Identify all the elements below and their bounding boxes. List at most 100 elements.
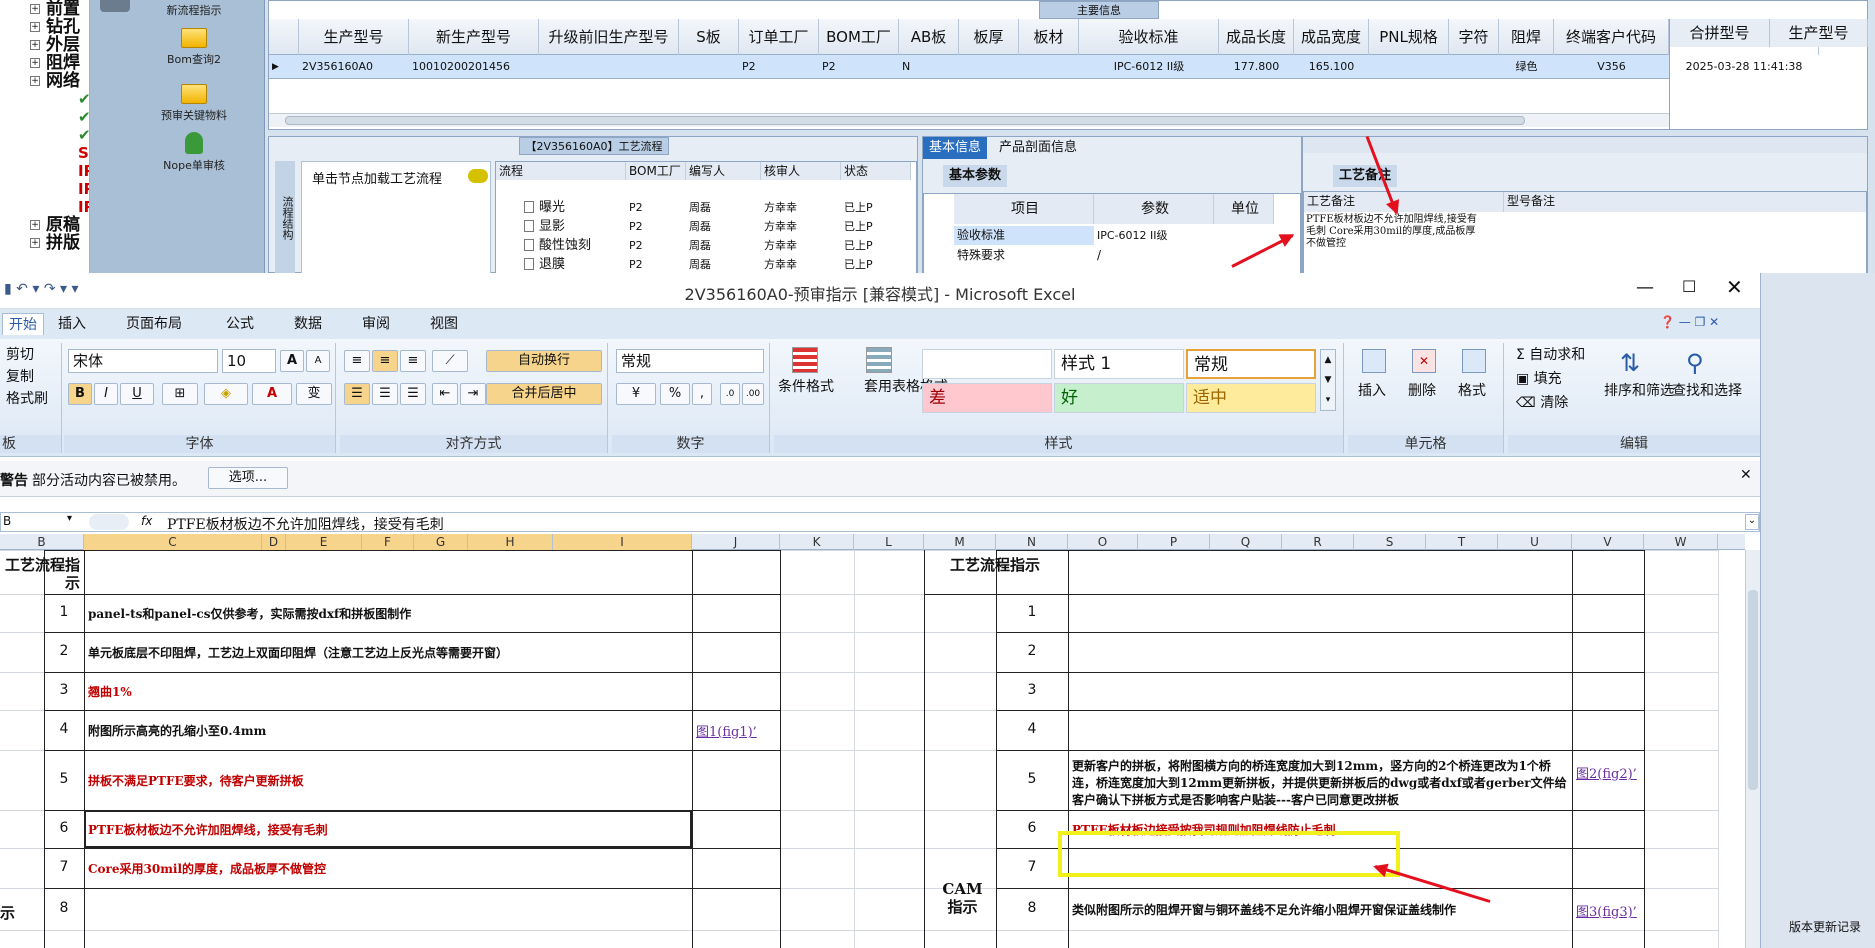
tree-node[interactable]: SET	[0, 144, 89, 162]
column-header[interactable]: 验收标准	[1079, 19, 1219, 55]
tab-5[interactable]: 审阅	[356, 313, 396, 335]
copy-button[interactable]: 复制	[6, 367, 34, 387]
style-good[interactable]: 好	[1054, 383, 1184, 413]
flow-cell[interactable]: 已上P	[841, 236, 911, 255]
name-box-dropdown-icon[interactable]: ▾	[67, 513, 72, 524]
param-item[interactable]: 特殊要求	[954, 246, 1094, 265]
cell-value[interactable]: 165.100	[1294, 55, 1369, 79]
scroll-thumb[interactable]	[285, 116, 1525, 125]
cell-value[interactable]: 10010200201456	[409, 55, 539, 79]
flow-cell[interactable]: P2	[626, 217, 686, 236]
new-flow-tool[interactable]: 新流程指示	[114, 2, 274, 18]
flow-cell[interactable]: 已上P	[841, 198, 911, 217]
comma-button[interactable]: ,	[692, 383, 712, 405]
flow-structure-tab[interactable]: 流程结构	[275, 161, 295, 274]
bom-query-tool[interactable]: Bom查询2	[114, 28, 274, 67]
flow-cell[interactable]: 方幸幸	[761, 236, 841, 255]
tree-node[interactable]: ✔	[0, 108, 89, 126]
figure-link[interactable]: 图1(fig1)’	[696, 721, 757, 740]
instruction-text[interactable]: panel-ts和panel-cs仅供参考，实际需按dxf和拼板图制作	[88, 605, 411, 622]
minimize-button[interactable]: —	[1636, 277, 1654, 298]
expand-icon[interactable]: +	[30, 220, 40, 230]
formula-bar-resize[interactable]	[89, 514, 129, 530]
flow-cell[interactable]: 已上P	[841, 217, 911, 236]
flow-cell[interactable]: 退膜	[536, 255, 626, 273]
cell-value[interactable]: V356	[1554, 55, 1669, 79]
flow-cell[interactable]: 方幸幸	[761, 198, 841, 217]
instruction-text[interactable]: 翘曲1%	[88, 683, 132, 700]
grow-font-button[interactable]: A	[280, 350, 304, 372]
column-header-D[interactable]: D	[262, 534, 286, 550]
column-header-T[interactable]: T	[1426, 534, 1498, 550]
number-format-select[interactable]: 常规	[616, 349, 764, 373]
flow-cell[interactable]: P2	[626, 198, 686, 217]
cell-value[interactable]	[1019, 55, 1079, 79]
tab-basic-params[interactable]: 基本参数	[943, 165, 1008, 187]
expand-icon[interactable]: +	[30, 238, 40, 248]
cell-value[interactable]	[959, 55, 1019, 79]
column-header-L[interactable]: L	[854, 534, 924, 550]
instruction-text[interactable]: 拼板不满足PTFE要求，待客户更新拼板	[88, 772, 304, 789]
tab-2[interactable]: 页面布局	[120, 313, 188, 335]
instruction-text[interactable]: 附图所示高亮的孔缩小至0.4mm	[88, 722, 266, 739]
column-header-H[interactable]: H	[468, 534, 553, 550]
column-header-P[interactable]: P	[1138, 534, 1210, 550]
column-header-W[interactable]: W	[1644, 534, 1718, 550]
column-header[interactable]: 新生产型号	[409, 19, 539, 55]
insert-button[interactable]: 插入	[1358, 381, 1386, 401]
column-header[interactable]: BOM工厂	[819, 19, 899, 55]
horizontal-scrollbar[interactable]	[269, 113, 1669, 127]
format-button[interactable]: 格式	[1458, 381, 1486, 401]
tree-node[interactable]: + 阻焊	[0, 54, 89, 72]
find-select-button[interactable]: 查找和选择	[1672, 381, 1742, 401]
flow-cell[interactable]: 显影	[536, 217, 626, 236]
formula-content[interactable]: PTFE板材板边不允许加阻焊线，接受有毛刺	[167, 514, 444, 534]
flow-cell[interactable]: 方幸幸	[761, 255, 841, 273]
tree-node[interactable]: IPC	[0, 162, 89, 180]
instruction-text[interactable]: Core采用30mil的厚度，成品板厚不做管控	[88, 860, 326, 877]
font-name-select[interactable]: 宋体	[68, 349, 218, 373]
column-header[interactable]: AB板	[899, 19, 959, 55]
column-header-O[interactable]: O	[1068, 534, 1138, 550]
param-item[interactable]: 验收标准	[954, 226, 1094, 245]
font-size-select[interactable]: 10	[222, 349, 276, 373]
fx-icon[interactable]: fx	[141, 514, 152, 528]
tab-0[interactable]: 开始	[2, 313, 44, 335]
instruction-text[interactable]: 更新客户的拼板，将附图横方向的桥连宽度加大到12mm，竖方向的2个桥连更改为1个…	[1072, 758, 1568, 809]
tab-basic-info[interactable]: 基本信息	[923, 137, 988, 159]
flow-cell[interactable]: 周磊	[686, 198, 761, 217]
flow-cell[interactable]: 已上P	[841, 255, 911, 273]
phonetic-button[interactable]: 变	[296, 383, 332, 405]
figure-link[interactable]: 图2(fig2)’	[1576, 766, 1642, 783]
column-header-V[interactable]: V	[1572, 534, 1644, 550]
align-top-button[interactable]: ≡	[344, 350, 370, 372]
column-header[interactable]: PNL规格	[1369, 19, 1449, 55]
column-header[interactable]: 升级前旧生产型号	[539, 19, 679, 55]
increase-decimal-button[interactable]: .0	[720, 383, 740, 405]
column-header[interactable]: 成品长度	[1219, 19, 1294, 55]
tree-node[interactable]: IPC	[0, 198, 89, 216]
tab-6[interactable]: 视图	[424, 313, 464, 335]
border-button[interactable]: ⊞	[162, 383, 198, 405]
align-middle-button[interactable]: ≡	[372, 350, 398, 372]
column-header-J[interactable]: J	[692, 534, 780, 550]
tree-node[interactable]: ✔	[0, 90, 89, 108]
nope-review-tool[interactable]: Nope单审核	[114, 132, 274, 173]
bold-button[interactable]: B	[68, 383, 92, 405]
help-icon[interactable]: ❓ — ❐ ✕	[1660, 315, 1719, 329]
version-history-link[interactable]: 版本更新记录	[1789, 918, 1861, 935]
column-header[interactable]: 订单工厂	[739, 19, 819, 55]
cell-value[interactable]: IPC-6012 II级	[1079, 55, 1219, 79]
wrap-text-button[interactable]: 自动换行	[486, 350, 602, 372]
italic-button[interactable]: I	[94, 383, 118, 405]
column-header[interactable]: 阻焊	[1499, 19, 1554, 55]
fill-color-button[interactable]: ◈	[204, 383, 248, 405]
column-header-C[interactable]: C	[84, 534, 262, 550]
align-bottom-button[interactable]: ≡	[400, 350, 426, 372]
flow-hint-box[interactable]: 单击节点加载工艺流程	[301, 161, 491, 274]
flow-cell[interactable]: 曝光	[536, 198, 626, 217]
vertical-scroll-thumb[interactable]	[1748, 590, 1758, 790]
tab-4[interactable]: 数据	[288, 313, 328, 335]
tree-node[interactable]: + 外层	[0, 36, 89, 54]
decrease-decimal-button[interactable]: .00	[742, 383, 764, 405]
